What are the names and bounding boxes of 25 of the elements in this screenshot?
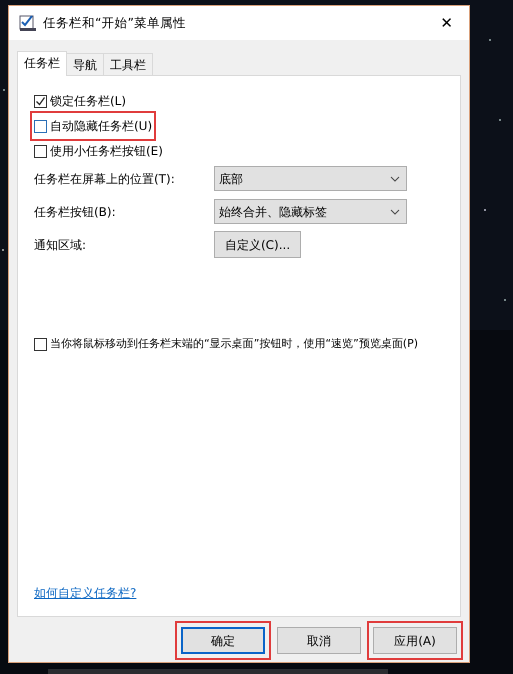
dropdown[interactable]: 底部 (214, 166, 407, 191)
checkbox-label: 当你将鼠标移动到任务栏末端的“显示桌面”按钮时，使用“速览”预览桌面(P) (50, 336, 418, 352)
field-label: 任务栏按钮(B): (34, 204, 117, 220)
field-label: 通知区域: (34, 236, 88, 254)
checkbox[interactable] (34, 144, 47, 158)
field-label: 任务栏在屏幕上的位置(T): (34, 170, 176, 188)
close-button[interactable]: ✕ (434, 12, 459, 34)
checkbox[interactable] (34, 94, 47, 108)
dialog-button[interactable]: 应用(A) (373, 627, 457, 654)
checkbox[interactable] (34, 338, 47, 350)
chevron-down-icon (390, 176, 400, 182)
checkbox-label: 锁定任务栏(L) (50, 93, 126, 110)
dialog-button[interactable]: 取消 (277, 627, 361, 654)
chevron-down-icon (390, 208, 400, 214)
checkbox-label: 自动隐藏任务栏(U) (50, 118, 152, 135)
checkbox-label: 使用小任务栏按钮(E) (50, 143, 163, 160)
window-title: 任务栏和“开始”菜单属性 (43, 14, 187, 32)
customize-button[interactable]: 自定义(C)... (214, 231, 302, 258)
tab[interactable]: 工具栏 (103, 53, 153, 75)
taskbar-settings-icon (19, 14, 37, 32)
help-link[interactable]: 如何自定义任务栏? (34, 584, 444, 602)
dialog-button[interactable]: 确定 (181, 627, 265, 654)
checkbox[interactable] (34, 120, 47, 132)
dropdown[interactable]: 始终合并、隐藏标签 (214, 199, 407, 224)
tab[interactable]: 任务栏 (17, 51, 67, 76)
